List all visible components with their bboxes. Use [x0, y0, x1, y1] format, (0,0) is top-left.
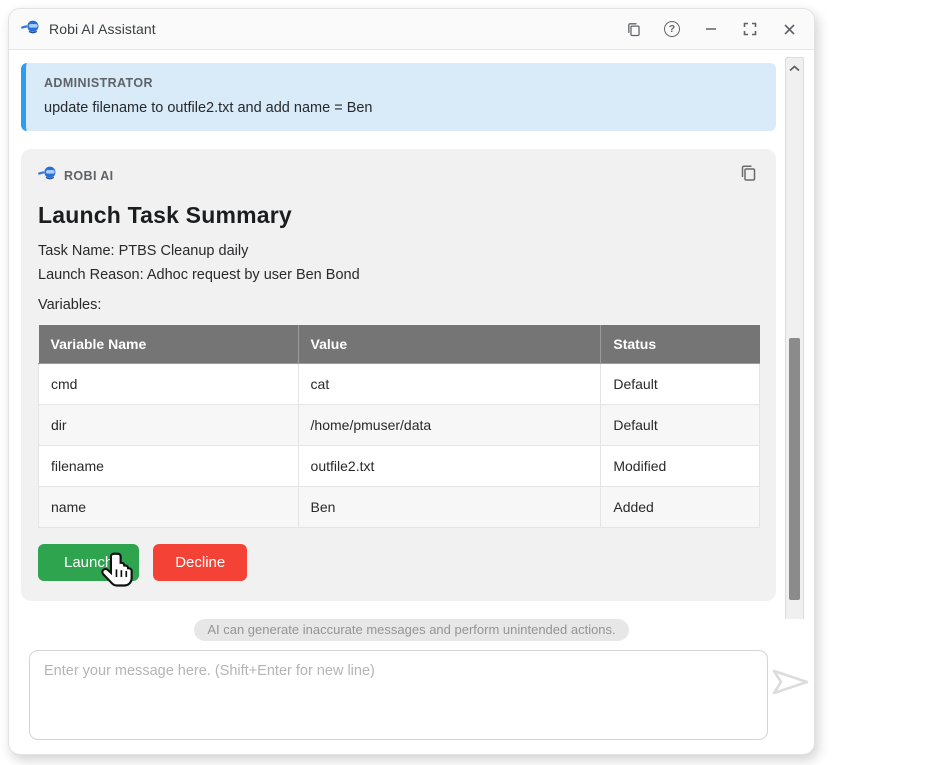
- page: Robi AI Assistant ?: [0, 0, 936, 765]
- cell-value: Ben: [298, 487, 601, 528]
- col-header-status: Status: [601, 325, 760, 364]
- scroll-up-icon[interactable]: [786, 60, 803, 76]
- cell-status: Default: [601, 364, 760, 405]
- table-row: dir /home/pmuser/data Default: [39, 405, 760, 446]
- launch-task-summary-heading: Launch Task Summary: [38, 202, 760, 229]
- copy-message-icon[interactable]: [738, 163, 758, 188]
- maximize-icon[interactable]: [741, 20, 759, 38]
- admin-role-label: ADMINISTRATOR: [44, 76, 760, 90]
- window-title: Robi AI Assistant: [49, 21, 156, 37]
- cell-value: outfile2.txt: [298, 446, 601, 487]
- assistant-role-label: ROBI AI: [64, 169, 114, 183]
- cell-variable-name: filename: [39, 446, 299, 487]
- assistant-card-header: ROBI AI: [38, 163, 760, 188]
- action-buttons-row: Launch Decline: [38, 544, 760, 581]
- task-name-line: Task Name: PTBS Cleanup daily: [38, 243, 760, 259]
- composer-footer: AI can generate inaccurate messages and …: [9, 619, 814, 754]
- launch-reason-line: Launch Reason: Adhoc request by user Ben…: [38, 267, 760, 283]
- variables-table: Variable Name Value Status cmd cat Defau…: [38, 325, 760, 528]
- chat-content: ADMINISTRATOR update filename to outfile…: [21, 63, 776, 601]
- robot-icon: [38, 165, 57, 186]
- robi-ai-assistant-window: Robi AI Assistant ?: [8, 8, 815, 755]
- variables-label: Variables:: [38, 297, 760, 313]
- decline-button[interactable]: Decline: [153, 544, 247, 581]
- cell-value: /home/pmuser/data: [298, 405, 601, 446]
- scrollbar-thumb[interactable]: [789, 338, 800, 600]
- cell-status: Default: [601, 405, 760, 446]
- table-header-row: Variable Name Value Status: [39, 325, 760, 364]
- robot-icon: [21, 19, 40, 40]
- message-input[interactable]: [29, 650, 768, 740]
- copy-icon[interactable]: [624, 20, 642, 38]
- table-row: name Ben Added: [39, 487, 760, 528]
- col-header-value: Value: [298, 325, 601, 364]
- cell-variable-name: name: [39, 487, 299, 528]
- disclaimer-row: AI can generate inaccurate messages and …: [9, 619, 814, 641]
- minimize-icon[interactable]: [702, 20, 720, 38]
- ai-disclaimer: AI can generate inaccurate messages and …: [194, 619, 628, 641]
- cell-variable-name: cmd: [39, 364, 299, 405]
- cell-variable-name: dir: [39, 405, 299, 446]
- window-controls: ?: [624, 20, 798, 38]
- message-input-row: [9, 650, 814, 740]
- cell-status: Modified: [601, 446, 760, 487]
- close-icon[interactable]: [780, 20, 798, 38]
- table-row: filename outfile2.txt Modified: [39, 446, 760, 487]
- send-icon[interactable]: [768, 650, 814, 698]
- help-icon[interactable]: ?: [663, 20, 681, 38]
- title-bar: Robi AI Assistant ?: [9, 9, 814, 50]
- chat-scrollbar[interactable]: [785, 57, 804, 619]
- table-row: cmd cat Default: [39, 364, 760, 405]
- admin-message-bubble: ADMINISTRATOR update filename to outfile…: [21, 63, 776, 131]
- assistant-message-card: ROBI AI Launch Task Summary Task Name: P…: [21, 149, 776, 601]
- cell-value: cat: [298, 364, 601, 405]
- cell-status: Added: [601, 487, 760, 528]
- chat-viewport: ADMINISTRATOR update filename to outfile…: [9, 50, 814, 619]
- col-header-variable-name: Variable Name: [39, 325, 299, 364]
- launch-button[interactable]: Launch: [38, 544, 139, 581]
- admin-message-text: update filename to outfile2.txt and add …: [44, 100, 760, 116]
